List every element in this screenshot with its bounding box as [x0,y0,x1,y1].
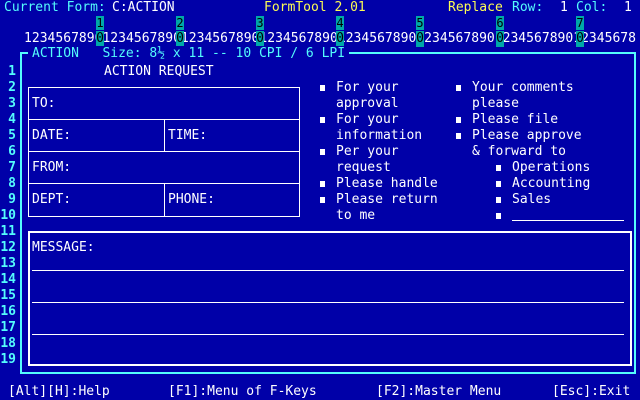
forward-sales: Sales [512,192,552,207]
date-label: DATE: [32,128,72,143]
line-number: 15 [0,288,16,303]
line-number: 18 [0,336,16,351]
checkbox-bullet [320,197,325,203]
option-comments-2: please [472,96,519,111]
help-key[interactable]: [Alt][H]:Help [8,384,110,400]
option-comments: Your comments [472,80,574,95]
line-number: 19 [0,352,16,367]
checkbox-bullet [496,165,501,171]
option-file: Please file [472,112,559,127]
line-number: 13 [0,256,16,271]
option-approval: For your [336,80,399,95]
option-approve-forward-2: & forward to [472,144,566,159]
current-form-label: Current Form: [4,0,106,15]
checkbox-bullet [320,181,325,187]
fkey-menu-key[interactable]: [F1]:Menu of F-Keys [168,384,317,400]
ruler-mark: 0 [496,31,504,47]
app-title: FormTool 2.01 [264,0,366,15]
line-number: 2 [8,80,16,95]
from-label: FROM: [32,160,72,175]
option-information: For your [336,112,399,127]
line-number: 7 [8,160,16,175]
message-line [32,270,624,271]
line-number: 5 [8,128,16,143]
form-heading: ACTION REQUEST [104,64,214,79]
line-number: 16 [0,304,16,319]
message-label: MESSAGE: [32,240,95,255]
line-number: 14 [0,272,16,287]
line-number: 6 [8,144,16,159]
ruler-tens-7: 7 [576,16,584,30]
forward-accounting: Accounting [512,176,591,191]
ruler-tens-5: 5 [416,16,424,30]
col-label: Col: [576,0,608,15]
current-form-value: C:ACTION [112,0,175,15]
option-return: Please return [336,192,438,207]
line-number: 8 [8,176,16,191]
ruler-tens-1: 1 [96,16,104,30]
line-number: 12 [0,240,16,255]
ruler-mark: 0 [336,31,344,47]
to-label: TO: [32,96,56,111]
status-bar: Current Form: C:ACTION FormTool 2.01 Rep… [0,0,640,16]
option-request: Per your [336,144,399,159]
option-return-2: to me [336,208,376,223]
ruler-tens-2: 2 [176,16,184,30]
option-approve-forward: Please approve [472,128,582,143]
checkbox-bullet [496,197,501,203]
ruler-mark: 0 [176,31,184,47]
option-approval-2: approval [336,96,399,111]
message-box [28,231,632,366]
line-number: 11 [0,224,16,239]
checkbox-bullet [456,85,461,91]
ruler-tens-3: 3 [256,16,264,30]
checkbox-bullet [456,133,461,139]
message-line [32,302,624,303]
ruler-mark: 0 [256,31,264,47]
function-key-bar: [Alt][H]:Help [F1]:Menu of F-Keys [F2]:M… [0,384,640,400]
checkbox-bullet [320,85,325,91]
line-number: 1 [8,64,16,79]
row-value: 1 [560,0,568,15]
col-value: 1 [624,0,632,15]
line-number: 4 [8,112,16,127]
line-number: 3 [8,96,16,111]
option-request-2: request [336,160,391,175]
row-label: Row: [512,0,544,15]
option-information-2: information [336,128,423,143]
ruler-mark: 0 [576,31,584,47]
exit-key[interactable]: [Esc]:Exit [552,384,630,400]
line-number: 9 [8,192,16,207]
checkbox-bullet [496,213,501,219]
divider [164,119,165,151]
phone-label: PHONE: [168,192,215,207]
checkbox-bullet [320,117,325,123]
ruler-tens-4: 4 [336,16,344,30]
forward-operations: Operations [512,160,591,175]
checkbox-bullet [456,117,461,123]
ruler-tens-6: 6 [496,16,504,30]
option-handle: Please handle [336,176,438,191]
dept-label: DEPT: [32,192,72,207]
checkbox-bullet [496,181,501,187]
frame-title: ACTION Size: 8½ x 11 -- 10 CPI / 6 LPI [28,46,350,62]
edit-mode: Replace [448,0,503,15]
divider [164,183,165,217]
line-number: 10 [0,208,16,223]
forward-blank-line [512,220,624,221]
time-label: TIME: [168,128,208,143]
message-line [32,334,624,335]
divider [28,151,300,152]
master-menu-key[interactable]: [F2]:Master Menu [376,384,501,400]
checkbox-bullet [320,149,325,155]
ruler-line: 1234567890123456789012345678901234567890… [24,31,636,46]
ruler-mark: 0 [416,31,424,47]
line-number: 17 [0,320,16,335]
ruler-mark: 0 [96,31,104,47]
